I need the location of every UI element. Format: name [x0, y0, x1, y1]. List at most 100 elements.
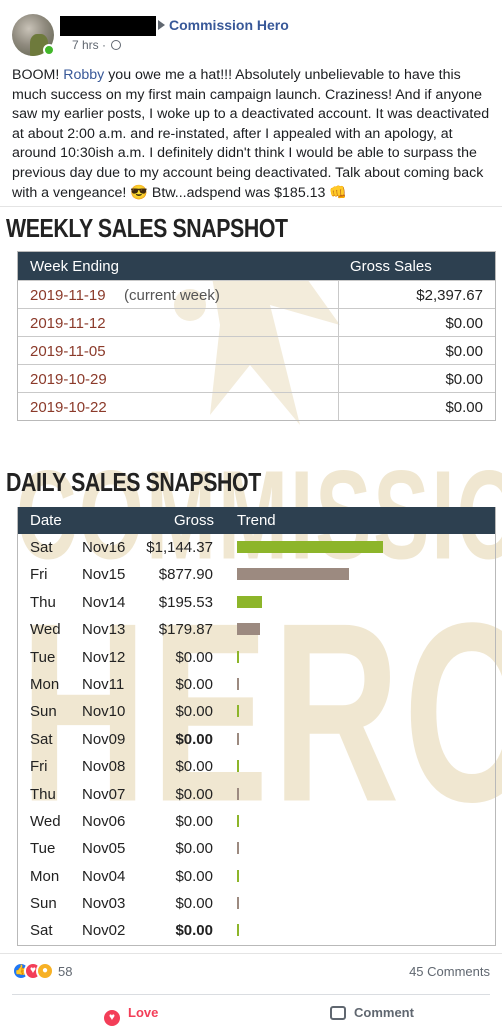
- comment-count-link[interactable]: 45 Comments: [409, 964, 490, 979]
- day-cell: Mon: [30, 867, 60, 885]
- weekly-table-row: 2019-11-19 (current week) $2,397.67: [18, 280, 495, 308]
- trend-bar: [237, 677, 239, 690]
- gross-sales-cell: $0.00: [445, 343, 483, 360]
- gross-cell: $0.00: [175, 785, 213, 803]
- trend-header: Trend: [237, 512, 276, 529]
- daily-table-row: Thu Nov14 $195.53: [18, 589, 495, 616]
- gross-cell: $179.87: [158, 621, 213, 639]
- trend-bar: [237, 623, 260, 636]
- daily-table-row: Sat Nov16 $1,144.37: [18, 534, 495, 561]
- weekly-sales-table: Week Ending Gross Sales 2019-11-19 (curre…: [17, 251, 496, 421]
- date-cell: Nov07: [82, 785, 126, 803]
- date-cell: Nov13: [82, 621, 126, 639]
- reaction-count[interactable]: 58: [58, 964, 72, 979]
- gross-cell: $195.53: [158, 593, 213, 611]
- daily-sales-table: Date Gross Trend Sat Nov16 $1,144.37 Fri Nov…: [17, 507, 496, 946]
- trend-bar: [237, 787, 239, 800]
- day-cell: Wed: [30, 621, 61, 639]
- day-cell: Thu: [30, 593, 56, 611]
- gross-sales-cell: $0.00: [445, 315, 483, 332]
- week-ending-cell: 2019-11-19: [30, 287, 106, 304]
- day-cell: Fri: [30, 758, 48, 776]
- date-cell: Nov02: [82, 922, 126, 940]
- gross-sales-cell: $0.00: [445, 399, 483, 416]
- post-image[interactable]: COMMISSION HERO WEEKLY SALES SNAPSHOT We…: [0, 206, 502, 954]
- gross-cell: $0.00: [175, 922, 213, 940]
- daily-table-row: Wed Nov06 $0.00: [18, 808, 495, 835]
- date-header: Date: [30, 512, 62, 529]
- week-ending-cell: 2019-10-29: [30, 371, 107, 388]
- trend-bar: [237, 760, 239, 773]
- day-cell: Sat: [30, 730, 53, 748]
- gross-cell: $0.00: [175, 730, 213, 748]
- post-timestamp[interactable]: 7 hrs ·: [72, 38, 122, 52]
- comment-button[interactable]: Comment: [330, 1005, 414, 1020]
- weekly-table-header: Week Ending Gross Sales: [18, 252, 495, 280]
- daily-table-row: Fri Nov15 $877.90: [18, 561, 495, 588]
- trend-bar: [237, 541, 383, 553]
- daily-sales-title: DAILY SALES SNAPSHOT: [6, 467, 261, 497]
- day-cell: Tue: [30, 648, 56, 666]
- gross-header: Gross: [174, 512, 215, 529]
- gross-sales-cell: $2,397.67: [416, 287, 483, 304]
- timestamp-separator: ·: [102, 38, 107, 52]
- mention-link[interactable]: Robby: [63, 67, 104, 83]
- trend-bar: [237, 924, 239, 937]
- gross-cell: $1,144.37: [146, 539, 213, 556]
- day-cell: Fri: [30, 566, 48, 584]
- date-cell: Nov12: [82, 648, 126, 666]
- wow-reaction-icon[interactable]: ●: [36, 962, 54, 980]
- column-divider: [338, 393, 339, 420]
- weekly-table-row: 2019-11-05 $0.00: [18, 336, 495, 364]
- globe-icon: [111, 40, 122, 50]
- redacted-author-name: [60, 16, 156, 36]
- date-cell: Nov06: [82, 812, 126, 830]
- daily-table-row: Tue Nov05 $0.00: [18, 835, 495, 862]
- group-name-link[interactable]: Commission Hero: [169, 17, 289, 33]
- date-cell: Nov16: [82, 539, 126, 556]
- daily-table-header: Date Gross Trend: [18, 507, 495, 534]
- daily-table-row: Wed Nov13 $179.87: [18, 616, 495, 643]
- trend-bar: [237, 705, 239, 718]
- day-cell: Mon: [30, 675, 60, 693]
- day-cell: Sun: [30, 895, 57, 913]
- daily-table-row: Thu Nov07 $0.00: [18, 781, 495, 808]
- daily-table-row: Sat Nov02 $0.00: [18, 917, 495, 944]
- daily-table-row: Fri Nov08 $0.00: [18, 753, 495, 780]
- column-divider: [338, 337, 339, 364]
- week-ending-header: Week Ending: [30, 258, 119, 275]
- daily-table-row: Mon Nov04 $0.00: [18, 863, 495, 890]
- gross-cell: $0.00: [175, 703, 213, 721]
- gross-cell: $877.90: [158, 566, 213, 584]
- week-note-cell: (current week): [124, 287, 220, 304]
- gross-cell: $0.00: [175, 895, 213, 913]
- date-cell: Nov03: [82, 895, 126, 913]
- column-divider: [338, 309, 339, 336]
- day-cell: Thu: [30, 785, 56, 803]
- week-ending-cell: 2019-10-22: [30, 399, 107, 416]
- weekly-table-row: 2019-11-12 $0.00: [18, 308, 495, 336]
- gross-cell: $0.00: [175, 867, 213, 885]
- date-cell: Nov11: [82, 675, 125, 693]
- date-cell: Nov04: [82, 867, 126, 885]
- date-cell: Nov09: [82, 730, 126, 748]
- trend-bar: [237, 897, 239, 910]
- daily-table-row: Sun Nov10 $0.00: [18, 698, 495, 725]
- column-divider: [338, 281, 339, 308]
- timestamp-text: 7 hrs: [72, 38, 99, 52]
- date-cell: Nov10: [82, 703, 126, 721]
- weekly-table-row: 2019-10-22 $0.00: [18, 392, 495, 420]
- comment-button-label: Comment: [354, 1005, 414, 1020]
- post-text-start: BOOM!: [12, 67, 64, 83]
- comment-bubble-icon: [330, 1006, 346, 1020]
- love-button[interactable]: ♥ Love: [104, 1005, 158, 1026]
- day-cell: Wed: [30, 812, 61, 830]
- gross-cell: $0.00: [175, 840, 213, 858]
- daily-table-row: Sun Nov03 $0.00: [18, 890, 495, 917]
- gross-cell: $0.00: [175, 758, 213, 776]
- trend-bar: [237, 869, 239, 882]
- trend-bar: [237, 595, 262, 608]
- daily-table-row: Tue Nov12 $0.00: [18, 644, 495, 671]
- date-cell: Nov08: [82, 758, 126, 776]
- day-cell: Sun: [30, 703, 57, 721]
